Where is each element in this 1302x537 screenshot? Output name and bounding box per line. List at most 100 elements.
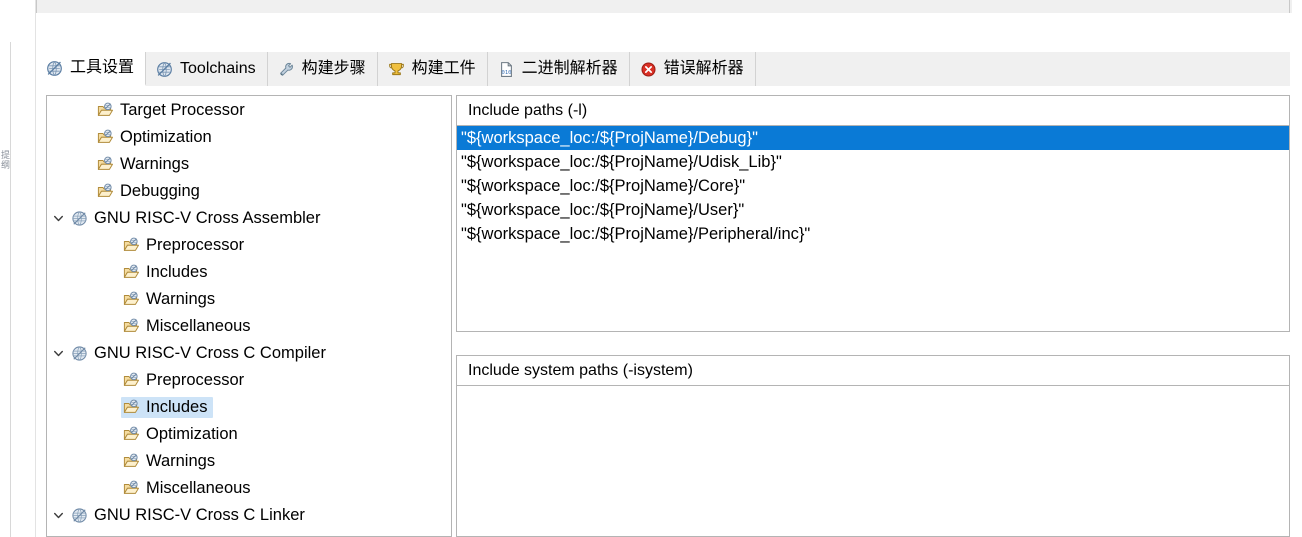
tree-item-label: Optimization — [120, 128, 212, 146]
tree-item-content[interactable]: Includes — [121, 397, 214, 418]
include-path-item[interactable]: "${workspace_loc:/${ProjName}/User}" — [457, 198, 1289, 222]
tree-twisty[interactable] — [47, 212, 69, 225]
chevron-down-icon[interactable] — [52, 347, 65, 360]
svg-text:010: 010 — [501, 70, 511, 76]
include-system-paths-title: Include system paths (-isystem) — [456, 355, 1290, 385]
tree-item-gnu-risc-v-cross-assembler[interactable]: GNU RISC-V Cross Assembler — [47, 205, 451, 232]
strip-spacer — [0, 13, 1302, 42]
folder-icon — [123, 426, 140, 443]
tab-toolchains[interactable]: Toolchains — [146, 52, 268, 86]
include-paths-title: Include paths (-l) — [456, 95, 1290, 125]
tree-item-content[interactable]: Warnings — [121, 289, 221, 310]
tree-item-gnu-risc-v-cross-c-linker[interactable]: GNU RISC-V Cross C Linker — [47, 502, 451, 529]
tree-item-content[interactable]: Debugging — [95, 181, 206, 202]
tree-item-content[interactable]: GNU RISC-V Cross C Linker — [69, 505, 311, 526]
tree-item-content[interactable]: Target Processor — [95, 100, 251, 121]
tab-bar: 工具设置 Toolchains 构建步骤 构建工件 010 二进制解析器 错误解… — [36, 52, 1290, 87]
chevron-down-icon[interactable] — [52, 212, 65, 225]
tree-item-preprocessor[interactable]: Preprocessor — [47, 232, 451, 259]
tree-item-content[interactable]: GNU RISC-V Cross Assembler — [69, 208, 326, 229]
folder-icon — [123, 237, 140, 254]
include-path-item[interactable]: "${workspace_loc:/${ProjName}/Core}" — [457, 174, 1289, 198]
tree-item-debugging[interactable]: Debugging — [47, 178, 451, 205]
tree-item-miscellaneous[interactable]: Miscellaneous — [47, 475, 451, 502]
folder-icon — [97, 156, 114, 173]
tab-label: 工具设置 — [70, 59, 135, 76]
tab-label: 错误解析器 — [663, 60, 744, 77]
include-path-item[interactable]: "${workspace_loc:/${ProjName}/Debug}" — [457, 126, 1289, 150]
tree-item-label: Warnings — [146, 290, 216, 308]
tree-item-warnings[interactable]: Warnings — [47, 286, 451, 313]
tree-item-label: Includes — [146, 263, 208, 281]
tree-twisty[interactable] — [47, 509, 69, 522]
tree-item-content[interactable]: GNU RISC-V Cross C Compiler — [69, 343, 332, 364]
tree-item-warnings[interactable]: Warnings — [47, 448, 451, 475]
tree-item-miscellaneous[interactable]: Miscellaneous — [47, 313, 451, 340]
folder-icon — [97, 129, 114, 146]
tree-item-label: Optimization — [146, 425, 238, 443]
tab-build-artifact[interactable]: 构建工件 — [378, 52, 488, 86]
tree-item-label: Preprocessor — [146, 371, 245, 389]
tab-tool-settings[interactable]: 工具设置 — [36, 52, 147, 86]
tab-binary-parser[interactable]: 010 二进制解析器 — [488, 52, 630, 86]
sphere-icon — [71, 210, 88, 227]
folder-icon — [123, 372, 140, 389]
tab-label: 二进制解析器 — [521, 60, 618, 77]
tab-label: 构建工件 — [411, 60, 476, 77]
tree-item-content[interactable]: Warnings — [121, 451, 221, 472]
folder-icon — [123, 264, 140, 281]
tree-item-label: GNU RISC-V Cross C Linker — [94, 506, 305, 524]
tree-item-optimization[interactable]: Optimization — [47, 124, 451, 151]
tree-item-content[interactable]: Preprocessor — [121, 370, 250, 391]
tree-item-preprocessor[interactable]: Preprocessor — [47, 367, 451, 394]
tab-label: 构建步骤 — [301, 60, 366, 77]
build-artifact-icon — [388, 61, 405, 78]
tree-item-label: Miscellaneous — [146, 317, 251, 335]
chevron-down-icon[interactable] — [52, 509, 65, 522]
tree-twisty[interactable] — [47, 347, 69, 360]
tree-item-includes[interactable]: Includes — [47, 259, 451, 286]
tool-settings-content: Target Processor Optimization Warnings Debu… — [36, 86, 1290, 537]
include-paths-list[interactable]: "${workspace_loc:/${ProjName}/Debug}" "${… — [456, 125, 1290, 332]
dialog-left-margin — [11, 0, 36, 537]
error-parser-icon — [640, 61, 657, 78]
tree-item-content[interactable]: Miscellaneous — [121, 478, 257, 499]
tree-item-optimization[interactable]: Optimization — [47, 421, 451, 448]
tree-item-content[interactable]: Optimization — [95, 127, 218, 148]
settings-tree[interactable]: Target Processor Optimization Warnings Debu… — [47, 97, 451, 536]
tree-item-content[interactable]: Includes — [121, 262, 213, 283]
binary-parser-icon: 010 — [498, 61, 515, 78]
tree-item-label: GNU RISC-V Cross Assembler — [94, 209, 321, 227]
tool-settings-icon — [46, 60, 63, 77]
tree-item-includes[interactable]: Includes — [47, 394, 451, 421]
tree-item-content[interactable]: Preprocessor — [121, 235, 250, 256]
tree-item-target-processor[interactable]: Target Processor — [47, 97, 451, 124]
tree-item-content[interactable]: Miscellaneous — [121, 316, 257, 337]
collapsed-view-stub[interactable]: 提纲 — [0, 42, 11, 537]
tab-build-steps[interactable]: 构建步骤 — [268, 52, 378, 86]
tab-error-parser[interactable]: 错误解析器 — [630, 52, 756, 86]
include-system-paths-list[interactable] — [456, 385, 1290, 537]
settings-tree-panel[interactable]: Target Processor Optimization Warnings Debu… — [46, 95, 452, 537]
sphere-icon — [71, 507, 88, 524]
folder-icon — [123, 318, 140, 335]
tree-item-gnu-risc-v-cross-c-compiler[interactable]: GNU RISC-V Cross C Compiler — [47, 340, 451, 367]
tree-item-label: Target Processor — [120, 101, 245, 119]
tab-list: 工具设置 Toolchains 构建步骤 构建工件 010 二进制解析器 错误解… — [36, 52, 756, 86]
include-path-item[interactable]: "${workspace_loc:/${ProjName}/Peripheral… — [457, 222, 1289, 246]
tree-item-content[interactable]: Optimization — [121, 424, 244, 445]
tree-item-warnings[interactable]: Warnings — [47, 151, 451, 178]
tree-item-label: Preprocessor — [146, 236, 245, 254]
tree-item-label: Includes — [146, 398, 208, 416]
folder-icon — [123, 399, 140, 416]
tab-label: Toolchains — [180, 60, 256, 77]
folder-icon — [97, 102, 114, 119]
tree-item-label: Warnings — [120, 155, 190, 173]
include-system-paths-group: Include system paths (-isystem) — [456, 355, 1290, 537]
include-path-item[interactable]: "${workspace_loc:/${ProjName}/Udisk_Lib}… — [457, 150, 1289, 174]
strip-spacer-right — [1292, 0, 1302, 42]
tree-item-label: GNU RISC-V Cross C Compiler — [94, 344, 326, 362]
tree-item-content[interactable]: Warnings — [95, 154, 195, 175]
configuration-strip: Configuration: obj [活动] — [0, 0, 1302, 42]
include-paths-group: Include paths (-l) "${workspace_loc:/${P… — [456, 95, 1290, 332]
